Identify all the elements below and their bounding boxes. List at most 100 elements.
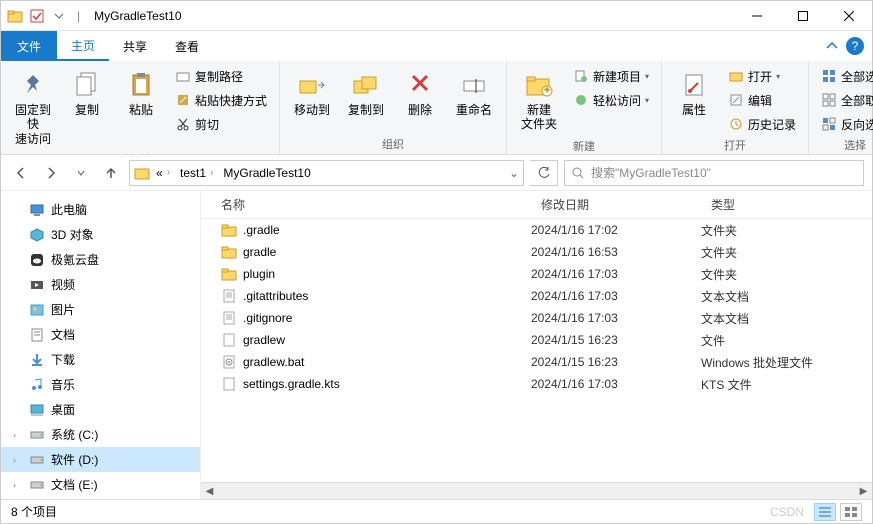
move-to-button[interactable]: 移动到 [288,65,336,121]
crumb-segment[interactable]: MyGradleTest10 [219,166,314,180]
file-row[interactable]: gradlew2024/1/15 16:23文件 [201,329,872,351]
titlebar: | MyGradleTest10 [1,1,872,31]
nav-item[interactable]: 桌面 [1,397,200,422]
expand-icon[interactable]: › [13,455,23,465]
open-icon [728,68,744,84]
nav-item[interactable]: 下载 [1,347,200,372]
dropdown-icon: ▾ [645,72,649,81]
horizontal-scrollbar[interactable]: ◀ ▶ [201,482,872,499]
pin-quick-access-button[interactable]: 固定到快 速访问 [9,65,57,150]
copy-to-button[interactable]: 复制到 [342,65,390,121]
checkbox-icon[interactable] [29,8,45,24]
file-name: gradlew [243,333,285,347]
nav-item-label: 软件 (D:) [51,451,98,468]
group-label-open: 打开 [670,135,800,153]
file-row[interactable]: .gitattributes2024/1/16 17:03文本文档 [201,285,872,307]
group-new: ✦ 新建 文件夹 新建项目▾ 轻松访问▾ 新建 [507,61,662,154]
qat-dropdown-icon[interactable] [51,8,67,24]
drive-icon [29,452,45,468]
file-type: 文件夹 [701,222,872,239]
shortcut-icon [175,92,191,108]
scroll-right-icon[interactable]: ▶ [855,483,872,500]
search-box[interactable]: 搜索"MyGradleTest10" [564,160,864,186]
navigation-pane[interactable]: 此电脑3D 对象极氪云盘视频图片文档下载音乐桌面›系统 (C:)›软件 (D:)… [1,191,201,499]
help-button[interactable]: ? [846,37,864,55]
copy-button[interactable]: 复制 [63,65,111,121]
nav-item[interactable]: ›系统 (C:) [1,422,200,447]
nav-item[interactable]: 3D 对象 [1,222,200,247]
file-date: 2024/1/16 17:03 [531,377,701,391]
forward-button[interactable] [39,161,63,185]
scroll-left-icon[interactable]: ◀ [201,483,218,500]
file-row[interactable]: gradlew.bat2024/1/15 16:23Windows 批处理文件 [201,351,872,373]
properties-button[interactable]: 属性 [670,65,718,121]
file-row[interactable]: gradle2024/1/16 16:53文件夹 [201,241,872,263]
column-date[interactable]: 修改日期 [531,196,701,213]
svg-text:✦: ✦ [542,83,552,97]
folder-icon [134,165,150,181]
invert-selection-button[interactable]: 反向选择 [817,113,873,135]
nav-item[interactable]: 此电脑 [1,197,200,222]
cut-button[interactable]: 剪切 [171,113,271,135]
nav-item[interactable]: 极氪云盘 [1,247,200,272]
file-type: Windows 批处理文件 [701,354,872,371]
refresh-button[interactable] [530,160,558,186]
nav-item[interactable]: 图片 [1,297,200,322]
address-dropdown-icon[interactable]: ⌄ [509,166,519,180]
column-name[interactable]: 名称 [201,196,531,213]
history-button[interactable]: 历史记录 [724,113,800,135]
file-icon [221,376,237,392]
paste-button[interactable]: 粘贴 [117,65,165,121]
nav-item-label: 文档 [51,326,75,343]
music-icon [29,377,45,393]
file-type: 文件夹 [701,244,872,261]
file-list[interactable]: .gradle2024/1/16 17:02文件夹gradle2024/1/16… [201,219,872,482]
select-none-button[interactable]: 全部取消 [817,89,873,111]
file-row[interactable]: .gradle2024/1/16 17:02文件夹 [201,219,872,241]
file-tab[interactable]: 文件 [1,31,57,61]
easy-access-button[interactable]: 轻松访问▾ [569,89,653,111]
nav-item[interactable]: 音乐 [1,372,200,397]
text-icon [221,310,237,326]
file-row[interactable]: settings.gradle.kts2024/1/16 17:03KTS 文件 [201,373,872,395]
minimize-button[interactable] [734,1,780,31]
search-icon [571,166,585,180]
file-date: 2024/1/15 16:23 [531,355,701,369]
group-organize: 移动到 复制到 删除 重命名 组织 [280,61,507,154]
tab-view[interactable]: 查看 [161,31,213,61]
bat-icon [221,354,237,370]
nav-item[interactable]: 文档 [1,322,200,347]
expand-icon[interactable]: › [13,480,23,490]
copy-path-button[interactable]: 复制路径 [171,65,271,87]
paste-shortcut-button[interactable]: 粘贴快捷方式 [171,89,271,111]
file-row[interactable]: .gitignore2024/1/16 17:03文本文档 [201,307,872,329]
crumb-segment[interactable]: test1› [176,166,217,180]
recent-dropdown[interactable] [69,161,93,185]
details-view-button[interactable] [814,503,836,521]
tab-share[interactable]: 共享 [109,31,161,61]
file-name: settings.gradle.kts [243,377,340,391]
breadcrumb-bar[interactable]: «› test1› MyGradleTest10 ⌄ [129,160,524,186]
thumbnails-view-button[interactable] [840,503,862,521]
maximize-button[interactable] [780,1,826,31]
close-button[interactable] [826,1,872,31]
back-button[interactable] [9,161,33,185]
new-item-button[interactable]: 新建项目▾ [569,65,653,87]
delete-button[interactable]: 删除 [396,65,444,121]
ribbon-collapse-button[interactable] [818,40,846,52]
up-button[interactable] [99,161,123,185]
rename-button[interactable]: 重命名 [450,65,498,121]
nav-item-label: 3D 对象 [51,226,94,243]
select-all-button[interactable]: 全部选择 [817,65,873,87]
open-button[interactable]: 打开▾ [724,65,800,87]
file-row[interactable]: plugin2024/1/16 17:03文件夹 [201,263,872,285]
nav-item[interactable]: 视频 [1,272,200,297]
nav-item[interactable]: › 软件 (D:) [1,447,200,472]
new-folder-button[interactable]: ✦ 新建 文件夹 [515,65,563,136]
column-type[interactable]: 类型 [701,196,872,213]
edit-button[interactable]: 编辑 [724,89,800,111]
tab-home[interactable]: 主页 [57,31,109,61]
expand-icon[interactable]: › [13,430,23,440]
crumb-root[interactable]: «› [152,166,174,180]
nav-item[interactable]: ›文档 (E:) [1,472,200,497]
